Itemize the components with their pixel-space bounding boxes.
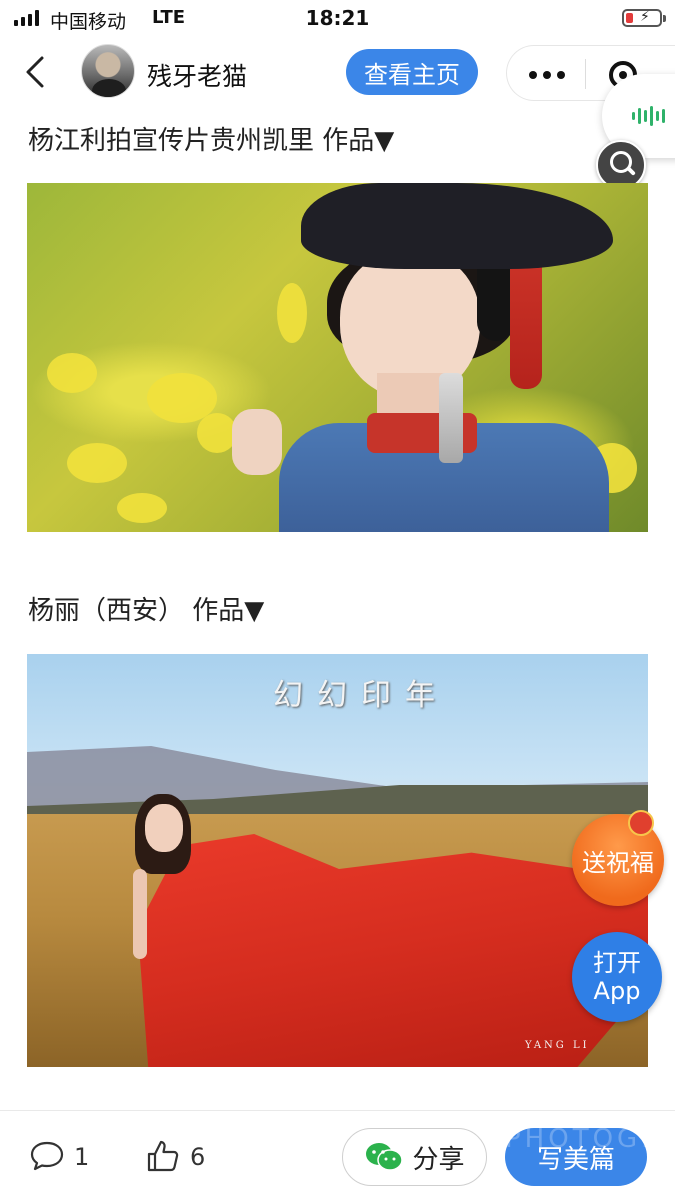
comment-count[interactable]: 1 [74,1143,89,1171]
more-icon[interactable] [529,71,565,79]
photo-red-dress [137,834,648,1067]
watermark-text: PHOTOGRA [505,1124,675,1154]
photo-title-text: 幻幻印年 [273,678,449,713]
open-app-label-line1: 打开 [593,949,641,977]
post-caption-2: 杨丽（西安） 作品▼ [28,596,265,626]
post-photo-1[interactable] [27,183,648,532]
wechat-icon [366,1143,404,1171]
view-home-button[interactable]: 查看主页 [346,49,478,95]
photo-subject-earring [439,373,463,463]
back-icon[interactable] [22,54,50,90]
photo-woman-arm [133,869,147,959]
photo-subject-hand [232,409,282,475]
open-app-button[interactable]: 打开 App [572,932,662,1022]
author-avatar[interactable] [81,44,135,98]
status-time: 18:21 [305,6,370,30]
photo-subject-hat [301,183,613,269]
share-button[interactable]: 分享 [342,1128,487,1186]
status-bar: 中国移动 LTE 18:21 ⚡ [0,0,675,36]
photo-woman-face [145,804,183,852]
post-caption-1: 杨江利拍宣传片贵州凯里 作品▼ [28,126,395,156]
voice-icon [632,106,665,126]
share-label: 分享 [412,1144,465,1175]
like-count[interactable]: 6 [190,1143,205,1171]
battery-charging-icon: ⚡ [622,9,666,27]
capsule-divider [585,59,586,89]
like-icon[interactable] [146,1139,180,1173]
post-photo-2[interactable]: 幻幻印年 YANG LI [27,654,648,1067]
open-app-label-line2: App [593,977,641,1005]
nav-bar: 残牙老猫 查看主页 [0,36,675,110]
author-name[interactable]: 残牙老猫 [147,57,247,93]
lantern-icon [628,810,654,836]
photo-signature: YANG LI [525,1040,590,1051]
comment-icon[interactable] [30,1141,64,1171]
